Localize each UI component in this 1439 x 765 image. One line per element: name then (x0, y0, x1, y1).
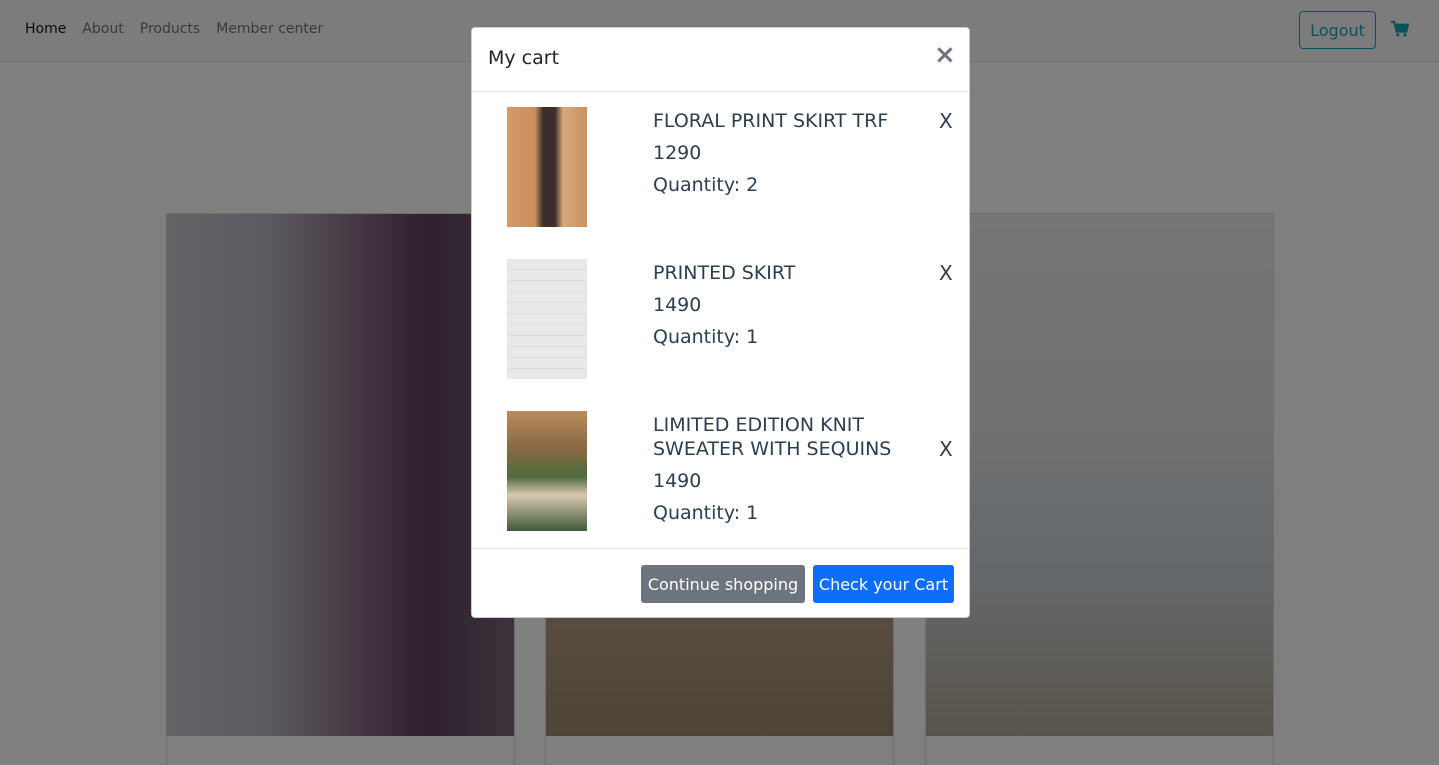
product-price: 1490 (653, 470, 702, 492)
product-thumbnail (507, 259, 587, 379)
product-quantity: Quantity: 2 (653, 174, 759, 196)
product-price: 1290 (653, 142, 702, 164)
product-quantity: Quantity: 1 (653, 502, 759, 524)
check-cart-button[interactable]: Check your Cart (813, 565, 954, 603)
cart-modal: My cart × FLORAL PRINT SKIRT TRF 1290 Qu… (471, 27, 970, 618)
product-price: 1490 (653, 294, 702, 316)
product-thumbnail (507, 107, 587, 227)
product-name: PRINTED SKIRT (653, 262, 796, 284)
cart-item-info: FLORAL PRINT SKIRT TRF 1290 Quantity: 2 (653, 107, 913, 197)
remove-item-button[interactable]: X (939, 437, 953, 461)
cart-item: PRINTED SKIRT 1490 Quantity: 1 X (472, 259, 969, 399)
remove-item-button[interactable]: X (939, 261, 953, 285)
product-thumbnail (507, 411, 587, 531)
cart-item: FLORAL PRINT SKIRT TRF 1290 Quantity: 2 … (472, 107, 969, 247)
continue-shopping-button[interactable]: Continue shopping (641, 565, 805, 603)
modal-title: My cart (488, 47, 560, 69)
modal-footer: Continue shopping Check your Cart (472, 548, 969, 618)
cart-item-info: LIMITED EDITION KNIT SWEATER WITH SEQUIN… (653, 411, 913, 525)
cart-item: LIMITED EDITION KNIT SWEATER WITH SEQUIN… (472, 411, 969, 548)
modal-header: My cart × (472, 28, 969, 92)
cart-item-info: PRINTED SKIRT 1490 Quantity: 1 (653, 259, 913, 349)
cart-item-list[interactable]: FLORAL PRINT SKIRT TRF 1290 Quantity: 2 … (472, 92, 969, 548)
remove-item-button[interactable]: X (939, 109, 953, 133)
product-quantity: Quantity: 1 (653, 326, 759, 348)
product-name: FLORAL PRINT SKIRT TRF (653, 110, 889, 132)
close-button[interactable]: × (934, 42, 956, 68)
product-name: LIMITED EDITION KNIT SWEATER WITH SEQUIN… (653, 414, 892, 460)
